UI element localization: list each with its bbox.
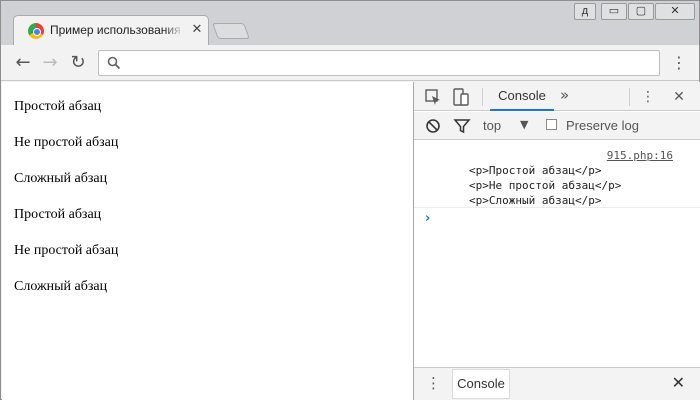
devtools-menu-icon[interactable]: ⋮: [638, 87, 658, 107]
devtools-close-icon[interactable]: ✕: [669, 87, 689, 107]
paragraph: Не простой абзац: [14, 135, 119, 150]
chrome-app-icon: [28, 23, 44, 39]
toolbar-divider: [482, 88, 483, 106]
profile-button[interactable]: д: [574, 3, 596, 20]
chevron-down-icon[interactable]: ▼: [520, 118, 528, 131]
console-toolbar: top ▼ Preserve log: [414, 112, 700, 140]
console-output-line: <p>Не простой абзац</p>: [469, 179, 622, 192]
tab-console[interactable]: Console: [490, 82, 554, 111]
console-message: 915.php:16 <p>Простой абзац</p> <p>Не пр…: [414, 142, 700, 208]
tab-title: Пример использования ме: [50, 23, 184, 39]
drawer-close-icon[interactable]: ✕: [672, 373, 685, 392]
close-window-button[interactable]: ✕: [655, 3, 695, 20]
drawer-tab-console[interactable]: Console: [452, 369, 510, 399]
device-toolbar-icon[interactable]: [451, 87, 471, 107]
minimize-button[interactable]: ▭: [601, 3, 627, 20]
paragraph: Сложный абзац: [14, 171, 108, 186]
forward-button[interactable]: →: [39, 52, 61, 74]
console-prompt-icon[interactable]: ›: [425, 211, 430, 226]
page-content: Простой абзац Не простой абзац Сложный а…: [2, 82, 413, 400]
context-selector[interactable]: top: [483, 118, 501, 133]
tab-strip: Пример использования ме ✕ д ▭ ▢ ✕: [1, 1, 699, 45]
browser-tab[interactable]: Пример использования ме ✕: [13, 15, 209, 45]
back-button[interactable]: ←: [12, 52, 34, 74]
browser-toolbar: ← → ↻ ⋮: [1, 45, 699, 81]
devtools-panel: Console » ⋮ ✕ top ▼ Preserve log 915.php…: [413, 82, 700, 400]
console-drawer: ⋮ Console ✕: [414, 367, 700, 400]
drawer-menu-icon[interactable]: ⋮: [426, 374, 441, 392]
inspect-element-icon[interactable]: [423, 87, 443, 107]
devtools-tab-bar: Console » ⋮ ✕: [414, 82, 700, 111]
console-output-line: <p>Сложный абзац</p>: [469, 194, 602, 207]
preserve-log-label: Preserve log: [566, 118, 639, 133]
console-output-line: <p>Простой абзац</p>: [469, 164, 602, 177]
new-tab-button[interactable]: [212, 23, 250, 39]
source-link[interactable]: 915.php:16: [607, 149, 673, 162]
paragraph: Простой абзац: [14, 207, 102, 222]
paragraph: Не простой абзац: [14, 243, 119, 258]
paragraph: Простой абзац: [14, 99, 102, 114]
browser-menu-icon[interactable]: ⋮: [671, 53, 687, 73]
filter-icon[interactable]: [452, 116, 472, 136]
preserve-log-checkbox[interactable]: [546, 119, 557, 130]
paragraph: Сложный абзац: [14, 279, 108, 294]
search-icon: [107, 56, 121, 70]
maximize-button[interactable]: ▢: [628, 3, 654, 20]
clear-console-icon[interactable]: [423, 116, 443, 136]
reload-button[interactable]: ↻: [67, 52, 89, 74]
more-tabs-icon[interactable]: »: [560, 86, 569, 104]
address-bar[interactable]: [98, 50, 660, 76]
browser-window: Пример использования ме ✕ д ▭ ▢ ✕ ← → ↻ …: [0, 0, 700, 400]
tab-close-icon[interactable]: ✕: [190, 22, 204, 38]
toolbar-divider: [629, 88, 630, 106]
